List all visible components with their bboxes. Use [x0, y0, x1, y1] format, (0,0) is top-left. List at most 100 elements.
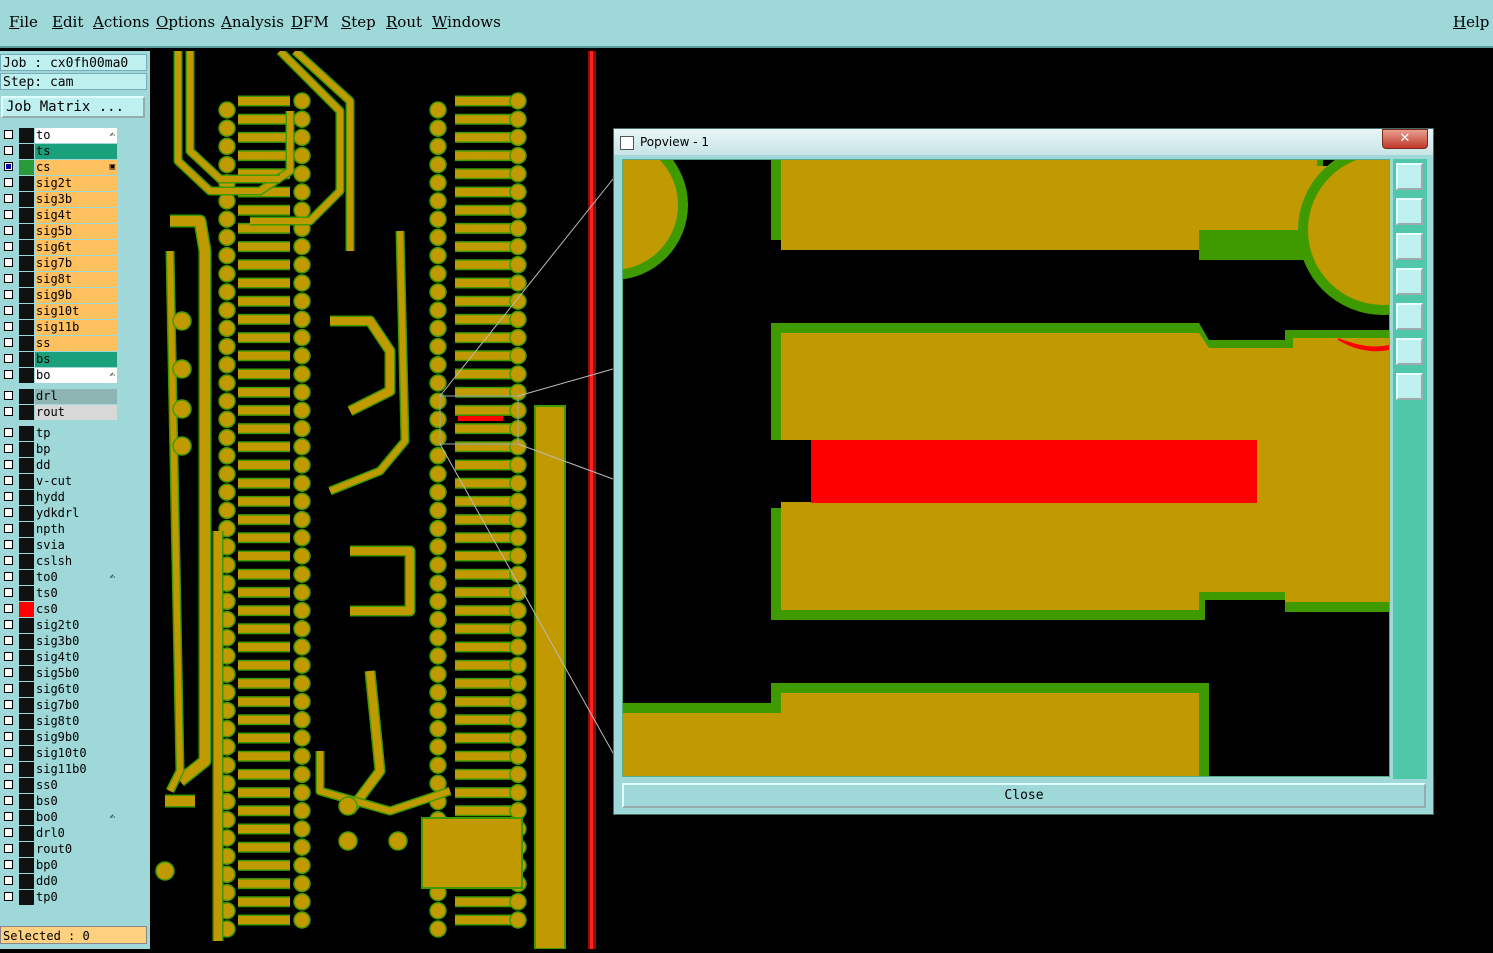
layer-name[interactable]: cslsh: [35, 554, 117, 569]
layer-checkbox[interactable]: [4, 572, 13, 581]
layer-name[interactable]: tp: [35, 426, 117, 441]
layer-checkbox[interactable]: [4, 748, 13, 757]
layer-row-v-cut[interactable]: v-cut: [0, 474, 118, 489]
layer-name[interactable]: tp0: [35, 890, 117, 905]
layer-row-svia[interactable]: svia: [0, 538, 118, 553]
layer-row-sig9b0[interactable]: sig9b0: [0, 730, 118, 745]
layer-name[interactable]: sig5b: [35, 224, 117, 239]
layer-name[interactable]: sig7b0: [35, 698, 117, 713]
layer-name[interactable]: sig4t0: [35, 650, 117, 665]
layer-checkbox[interactable]: [4, 556, 13, 565]
layer-name[interactable]: bo0 ✍: [35, 810, 117, 825]
layer-row-bs[interactable]: bs: [0, 352, 118, 367]
window-close-button[interactable]: ✕: [1382, 129, 1428, 149]
layer-row-sig7b0[interactable]: sig7b0: [0, 698, 118, 713]
layer-name[interactable]: cs ▣: [35, 160, 117, 175]
layer-name[interactable]: ydkdrl: [35, 506, 117, 521]
layer-row-sig8t[interactable]: sig8t: [0, 272, 118, 287]
window-restore-icon[interactable]: [1396, 163, 1423, 190]
layer-row-bs0[interactable]: bs0: [0, 794, 118, 809]
layer-name[interactable]: ss: [35, 336, 117, 351]
layer-checkbox[interactable]: [4, 668, 13, 677]
layer-checkbox[interactable]: [4, 146, 13, 155]
layer-name[interactable]: bp: [35, 442, 117, 457]
layer-name[interactable]: rout0: [35, 842, 117, 857]
layer-name[interactable]: drl: [35, 389, 117, 404]
layer-name[interactable]: hydd: [35, 490, 117, 505]
layer-row-npth[interactable]: npth: [0, 522, 118, 537]
popview-window[interactable]: Popview - 1 ✕ Close: [613, 128, 1434, 815]
layer-row-rout0[interactable]: rout0: [0, 842, 118, 857]
layer-row-sig4t0[interactable]: sig4t0: [0, 650, 118, 665]
layer-checkbox[interactable]: [4, 178, 13, 187]
layer-row-bo[interactable]: bo ✍: [0, 368, 118, 383]
layer-name[interactable]: cs0: [35, 602, 117, 617]
layer-checkbox[interactable]: [4, 306, 13, 315]
layer-row-sig2t[interactable]: sig2t: [0, 176, 118, 191]
layer-checkbox[interactable]: [4, 242, 13, 251]
layer-name[interactable]: sig6t0: [35, 682, 117, 697]
menu-file[interactable]: File: [9, 13, 38, 31]
layer-row-sig4t[interactable]: sig4t: [0, 208, 118, 223]
layer-checkbox[interactable]: [4, 652, 13, 661]
layer-checkbox[interactable]: [4, 684, 13, 693]
layer-checkbox[interactable]: [4, 258, 13, 267]
layer-checkbox[interactable]: [4, 391, 13, 400]
layer-checkbox[interactable]: [4, 764, 13, 773]
layer-name[interactable]: rout: [35, 405, 117, 420]
layer-row-ts0[interactable]: ts0: [0, 586, 118, 601]
layer-name[interactable]: sig2t: [35, 176, 117, 191]
layer-checkbox[interactable]: [4, 844, 13, 853]
layer-name[interactable]: sig4t: [35, 208, 117, 223]
layer-checkbox[interactable]: [4, 524, 13, 533]
layer-name[interactable]: sig2t0: [35, 618, 117, 633]
layer-checkbox[interactable]: [4, 476, 13, 485]
layer-checkbox[interactable]: [4, 812, 13, 821]
layer-checkbox[interactable]: [4, 588, 13, 597]
layer-checkbox[interactable]: [4, 508, 13, 517]
fit-screen-icon[interactable]: [1396, 338, 1423, 365]
layer-checkbox[interactable]: [4, 210, 13, 219]
layer-row-tp[interactable]: tp: [0, 426, 118, 441]
layer-name[interactable]: npth: [35, 522, 117, 537]
layer-checkbox[interactable]: [4, 290, 13, 299]
layer-row-sig10t0[interactable]: sig10t0: [0, 746, 118, 761]
layer-name[interactable]: sig10t: [35, 304, 117, 319]
layer-row-sig3b[interactable]: sig3b: [0, 192, 118, 207]
layer-row-to[interactable]: to ✍: [0, 128, 118, 143]
layer-checkbox[interactable]: [4, 732, 13, 741]
layer-row-sig7b[interactable]: sig7b: [0, 256, 118, 271]
layer-row-to0[interactable]: to0 ✍: [0, 570, 118, 585]
layer-checkbox[interactable]: [4, 892, 13, 901]
menu-help[interactable]: Help: [1453, 13, 1489, 31]
layer-name[interactable]: sig8t: [35, 272, 117, 287]
layer-checkbox[interactable]: [4, 444, 13, 453]
layer-checkbox[interactable]: [4, 796, 13, 805]
layer-row-tp0[interactable]: tp0: [0, 890, 118, 905]
layer-row-ss0[interactable]: ss0: [0, 778, 118, 793]
menu-edit[interactable]: Edit: [52, 13, 83, 31]
menu-rout[interactable]: Rout: [386, 13, 422, 31]
layer-row-bp[interactable]: bp: [0, 442, 118, 457]
job-matrix-button[interactable]: Job Matrix ...: [1, 96, 145, 118]
layer-name[interactable]: sig7b: [35, 256, 117, 271]
layer-name[interactable]: sig3b0: [35, 634, 117, 649]
layer-name[interactable]: ts0: [35, 586, 117, 601]
layer-name[interactable]: sig8t0: [35, 714, 117, 729]
layer-row-bo0[interactable]: bo0 ✍: [0, 810, 118, 825]
layer-row-dd0[interactable]: dd0: [0, 874, 118, 889]
layer-name[interactable]: sig11b: [35, 320, 117, 335]
layer-row-sig2t0[interactable]: sig2t0: [0, 618, 118, 633]
layer-row-sig9b[interactable]: sig9b: [0, 288, 118, 303]
layer-checkbox[interactable]: [4, 540, 13, 549]
layer-checkbox[interactable]: [4, 492, 13, 501]
layer-name[interactable]: v-cut: [35, 474, 117, 489]
layer-row-rout[interactable]: rout: [0, 405, 118, 420]
layer-name[interactable]: sig10t0: [35, 746, 117, 761]
layer-checkbox[interactable]: [4, 407, 13, 416]
layer-checkbox[interactable]: [4, 338, 13, 347]
layer-checkbox[interactable]: [4, 460, 13, 469]
center-icon[interactable]: [1396, 373, 1423, 400]
menu-step[interactable]: Step: [341, 13, 376, 31]
popview-canvas[interactable]: [622, 159, 1390, 777]
